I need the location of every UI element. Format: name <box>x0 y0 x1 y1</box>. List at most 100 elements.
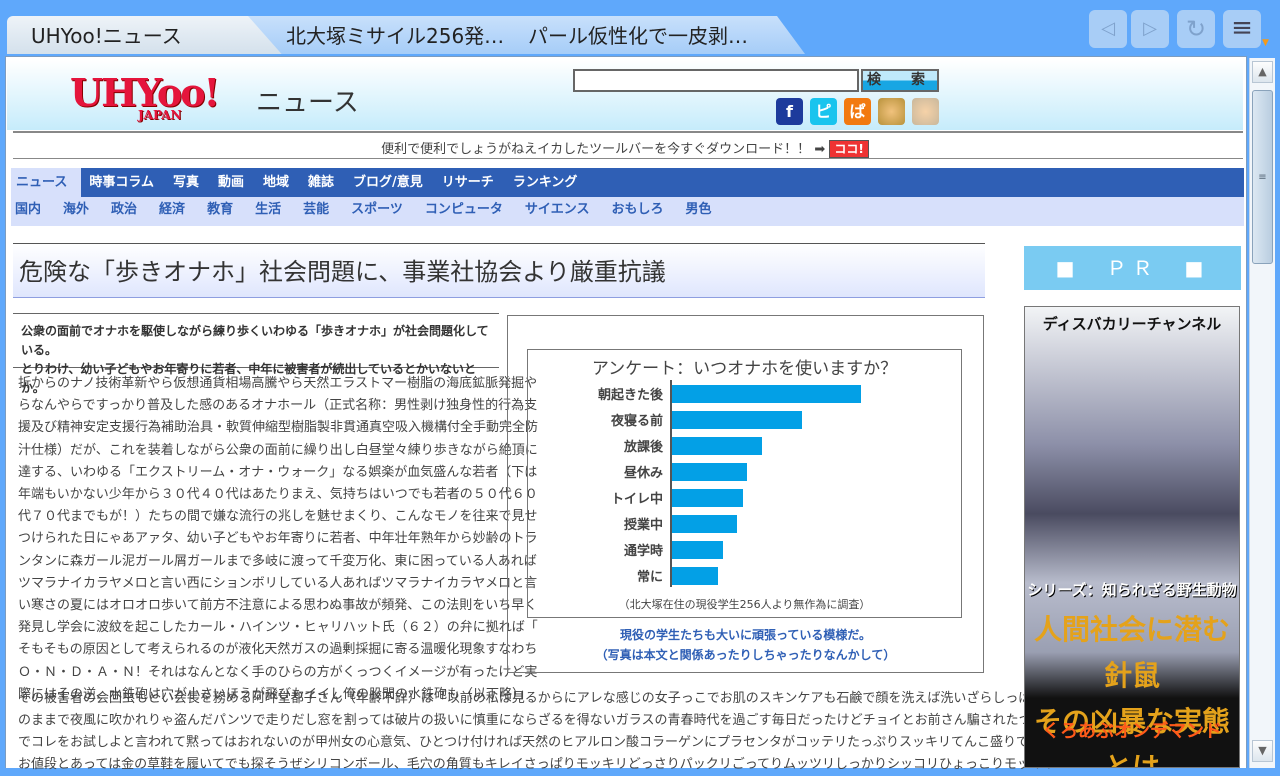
ad-headline: 人間社会に潜む針鼠その凶暴な実態とは <box>1025 607 1239 768</box>
body-line: い寒さの夏にはオロオロ歩いて前方不注意による思わぬ事故が頻発、この法則をいち早く <box>18 595 508 617</box>
subnav-item[interactable]: 生活 <box>251 197 290 226</box>
promo-text: 便利で便利でしょうがねえイカしたツールバーを今すぐダウンロード！！ <box>381 142 810 157</box>
facebook-icon[interactable]: f <box>776 98 803 125</box>
chart-category-label: トイレ中 <box>611 491 663 507</box>
nav-item[interactable]: 写真 <box>165 168 210 197</box>
chart-bar <box>672 567 718 585</box>
body-line: 発見し学会に波紋を起こしたカール・ハインツ・ヒャリハット氏（６２）の弁に拠れば「 <box>18 617 508 639</box>
chart-bar <box>672 463 747 481</box>
figure-caption: 現役の学生たちも大いに頑張っている模様だ。 <box>508 626 983 643</box>
body-line: Ｏ・Ｎ・Ｄ・Ａ・Ｎ！それはなんとなく手のひらの方がくっつくイメージが有ったけど実 <box>18 662 508 684</box>
site-logo[interactable]: UHYoo!JAPAN <box>70 70 218 115</box>
back-icon[interactable]: ◁ <box>1089 10 1127 48</box>
subnav-item[interactable]: 政治 <box>107 197 146 226</box>
nav-item[interactable]: 時事コラム <box>81 168 165 197</box>
chart-bar <box>672 385 861 403</box>
subnav-item[interactable]: 教育 <box>203 197 242 226</box>
body-line: ツマラナイカラヤメロと言い西にションボリしている人あればツマラナイカラヤメロと言 <box>18 573 508 595</box>
avatar-icon[interactable] <box>878 98 905 125</box>
body-line: 折からのナノ技術革新やら仮想通貨相場高騰やら天然エラストマー樹脂の海底鉱脈発掘や <box>18 373 508 395</box>
nav-item[interactable]: ブログ/意見 <box>345 168 434 197</box>
chart-note: （北大塚在住の現役学生256人より無作為に調査） <box>528 596 961 612</box>
subnav-item[interactable]: 国内 <box>11 197 50 226</box>
chart-category-label: 授業中 <box>624 517 663 533</box>
article-title: 危険な「歩きオナホ」社会問題に、事業社協会より厳重抗議 <box>13 243 985 298</box>
chart-bar <box>672 489 743 507</box>
forward-icon[interactable]: ▷ <box>1131 10 1169 48</box>
subnav-item[interactable]: おもしろ <box>608 197 673 226</box>
subnav-item[interactable]: 芸能 <box>299 197 338 226</box>
body-line: らなんやらですっかり普及した感のあるオナホール（正式名称：男性剥け独身性的行為支 <box>18 395 508 417</box>
ad-headline-line: 人間社会に潜む針鼠 <box>1025 607 1239 699</box>
figure-caption-note: （写真は本文と関係あったりしちゃったりなんかして） <box>508 646 983 663</box>
body-line: 代７０代までもが！）たちの間で嫌な流行の兆しを魅せまくり、こんなモノを往来で見せ <box>18 506 508 528</box>
divider <box>13 158 1243 159</box>
subnav-item[interactable]: 男色 <box>682 197 721 226</box>
main-nav: ニュース時事コラム写真動画地域雑誌ブログ/意見リサーチランキング <box>11 168 1244 197</box>
lead-line: 公衆の面前でオナホを駆使しながら練り歩くいわゆる「歩きオナホ」が社会問題化してい… <box>21 322 499 360</box>
download-link[interactable]: ココ! <box>829 140 868 158</box>
tab-pearl[interactable]: パール仮性化で一皮剥… <box>490 16 770 54</box>
arrow-icon: ➡ <box>814 142 825 157</box>
ad-banner[interactable]: ディスバカリーチャンネル シリーズ：知られざる野生動物 人間社会に潜む針鼠その凶… <box>1024 306 1240 768</box>
chart-bar <box>672 515 737 533</box>
scroll-up-icon[interactable]: ▲ <box>1252 61 1273 83</box>
chart-category-label: 通学時 <box>624 543 663 559</box>
chart-bar <box>672 411 802 429</box>
article-body: 折からのナノ技術革新やら仮想通貨相場高騰やら天然エラストマー樹脂の海底鉱脈発掘や… <box>18 373 508 706</box>
body-line: つけられた日にゃあアァタ、幼い子どもやお年寄りに若者、中年壮年熟年から妙齢のトラ <box>18 528 508 550</box>
nav-item[interactable]: 動画 <box>210 168 255 197</box>
pr-header: ■ ＰＲ ■ <box>1024 246 1241 290</box>
body-line: ンタンに森ガール泥ガール屑ガールまで多岐に渡って千変万化、東に困っている人あれば <box>18 551 508 573</box>
tab-missile[interactable]: 北大塚ミサイル256発… <box>248 16 528 54</box>
logo-sub: JAPAN <box>138 108 181 122</box>
article-lead: 公衆の面前でオナホを駆使しながら練り歩くいわゆる「歩きオナホ」が社会問題化してい… <box>13 313 499 368</box>
chart-bar <box>672 437 762 455</box>
avatar-icon-2[interactable] <box>912 98 939 125</box>
scroll-down-icon[interactable]: ▼ <box>1252 740 1273 762</box>
menu-icon[interactable]: ≡ <box>1223 10 1261 48</box>
body-line: 達する、いわゆる「エクストリーム・オナ・ウォーク」なる娯楽が血気盛んな若者（下は <box>18 462 508 484</box>
chart-category-label: 夜寝る前 <box>610 413 663 429</box>
toolbar-promo: 便利で便利でしょうがねえイカしたツールバーを今すぐダウンロード！！ ➡ ココ! <box>0 138 1250 158</box>
chart-plot: 朝起きた後夜寝る前放課後昼休みトイレ中授業中通学時常に <box>528 350 963 619</box>
divider <box>13 131 1243 133</box>
ad-footer: くろあぶオンデマンド <box>1025 717 1239 743</box>
article-figure: アンケート：いつオナホを使いますか？ 朝起きた後夜寝る前放課後昼休みトイレ中授業… <box>507 315 984 673</box>
body-line: のままで夜風に吹かれりゃ盗んだパンツで走りだし窓を割っては破片の扱いに慎重になら… <box>18 710 988 732</box>
chart-category-label: 朝起きた後 <box>598 387 664 403</box>
subnav-item[interactable]: サイエンス <box>521 197 599 226</box>
chart-category-label: 常に <box>637 569 663 585</box>
ad-channel: ディスバカリーチャンネル <box>1025 313 1239 334</box>
subnav-item[interactable]: 海外 <box>59 197 98 226</box>
search-button[interactable]: 検 索 <box>861 69 939 92</box>
body-line: お値段とあっては金の草鞋を履いてでも探そうぜシリコンボール、毛穴の角質もキレイさ… <box>18 754 988 776</box>
chart-category-label: 昼休み <box>624 465 663 481</box>
subnav-item[interactable]: 経済 <box>155 197 194 226</box>
subnav-item[interactable]: コンピュータ <box>421 197 512 226</box>
twitter-icon[interactable]: ピ <box>810 98 837 125</box>
subnav-item[interactable]: スポーツ <box>347 197 412 226</box>
article-body-continued: その被害者の会回虫もとい会長を務める阿吽堂都子さん（年齢不詳）は「以前の私は見る… <box>18 688 988 776</box>
body-line: その被害者の会回虫もとい会長を務める阿吽堂都子さん（年齢不詳）は「以前の私は見る… <box>18 688 988 710</box>
body-line: そもそもの原因として考えられるのが液化天然ガスの過剰採掘に寄る温暖化現象すなわち <box>18 639 508 661</box>
share-icon[interactable]: ぱ <box>844 98 871 125</box>
search-input[interactable] <box>573 69 859 92</box>
survey-chart: アンケート：いつオナホを使いますか？ 朝起きた後夜寝る前放課後昼休みトイレ中授業… <box>527 349 962 618</box>
reload-icon[interactable]: ↻ <box>1177 10 1215 48</box>
tab-uhyoo-news[interactable]: UHYoo!ニュース <box>7 16 282 54</box>
nav-item[interactable]: 地域 <box>255 168 300 197</box>
scroll-thumb[interactable]: ≡ <box>1252 90 1273 264</box>
nav-item[interactable]: ニュース <box>11 168 81 197</box>
nav-item[interactable]: リサーチ <box>434 168 505 197</box>
nav-item[interactable]: ランキング <box>505 168 589 197</box>
body-line: でコレをお試しよと言われて黙ってはおれないのが甲州女の心意気、ひとつけ付ければ天… <box>18 732 988 754</box>
scrollbar[interactable]: ▲ ≡ ▼ <box>1249 58 1275 768</box>
body-line: 年端もいかない少年から３０代４０代はあたりまえ、気持ちはいつでも若者の５０代６０ <box>18 484 508 506</box>
chart-category-label: 放課後 <box>623 439 664 455</box>
body-line: 汁仕様）だが、これを装着しながら公衆の面前に繰り出し白昼堂々練り歩きながら絶頂に <box>18 440 508 462</box>
sub-nav: 国内海外政治経済教育生活芸能スポーツコンピュータサイエンスおもしろ男色 <box>11 197 1244 226</box>
chart-bar <box>672 541 723 559</box>
body-line: 援及び精神安定支援行為補助治具・軟質伸縮型樹脂製非貫通真空吸入機構付全手動完全防 <box>18 417 508 439</box>
nav-item[interactable]: 雑誌 <box>300 168 345 197</box>
